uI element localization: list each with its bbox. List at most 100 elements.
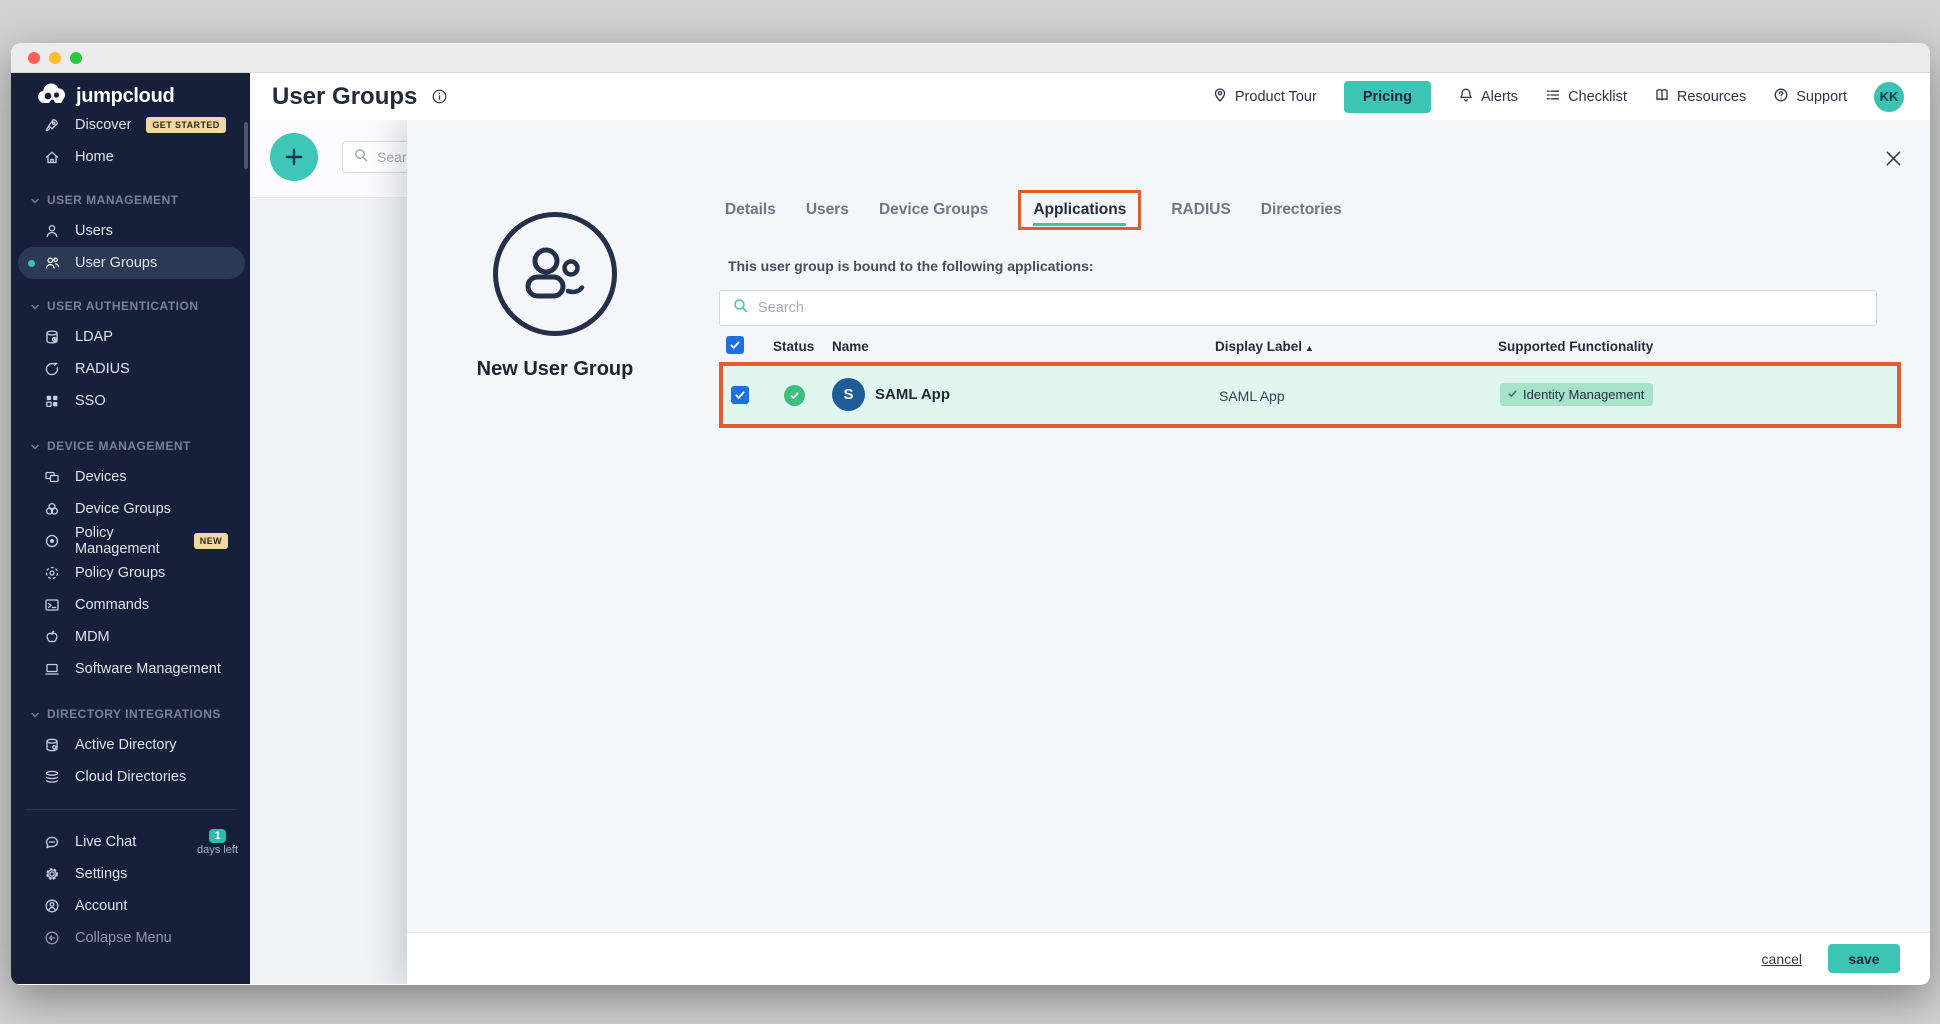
section-user-authentication[interactable]: USER AUTHENTICATION: [11, 291, 250, 321]
close-icon[interactable]: [1881, 146, 1905, 170]
sidebar-item-ldap[interactable]: LDAP: [11, 321, 250, 353]
tour-pin-icon: [1212, 87, 1228, 107]
sidebar-item-active-directory[interactable]: Active Directory: [11, 729, 250, 761]
user-group-icon: [44, 255, 60, 271]
sidebar-item-label: Collapse Menu: [75, 930, 172, 946]
sidebar-item-radius[interactable]: RADIUS: [11, 353, 250, 385]
sidebar-item-software-management[interactable]: Software Management: [11, 653, 250, 685]
tab-device-groups[interactable]: Device Groups: [879, 201, 988, 227]
user-group-panel: New User Group Details Users Device Grou…: [407, 120, 1930, 984]
cancel-button[interactable]: cancel: [1762, 951, 1802, 967]
sidebar-item-user-groups[interactable]: User Groups: [18, 247, 245, 279]
close-window-button[interactable]: [28, 52, 40, 64]
save-button[interactable]: save: [1828, 944, 1900, 973]
user-avatar[interactable]: KK: [1874, 82, 1904, 112]
sidebar-item-home[interactable]: Home: [11, 141, 250, 173]
checklist-button[interactable]: Checklist: [1545, 87, 1627, 107]
zoom-window-button[interactable]: [70, 52, 82, 64]
tab-details[interactable]: Details: [725, 201, 776, 227]
info-icon[interactable]: [431, 88, 448, 105]
active-indicator-dot: [28, 260, 35, 267]
app-display-label: SAML App: [1219, 388, 1285, 404]
sidebar-item-label: Cloud Directories: [75, 769, 186, 785]
sidebar-item-discover[interactable]: Discover GET STARTED: [11, 109, 250, 141]
days-left-badge: 1: [209, 829, 225, 843]
sidebar-item-label: Account: [75, 898, 127, 914]
sidebar-item-account[interactable]: Account: [11, 890, 250, 922]
chat-bubble-icon: [44, 834, 60, 850]
applications-table-header: Status Name Display Label▲ Supported Fun…: [719, 336, 1901, 362]
account-circle-icon: [44, 898, 60, 914]
chevron-down-icon: [31, 193, 39, 207]
sidebar-item-label: LDAP: [75, 329, 113, 345]
applications-search-input[interactable]: [758, 300, 1876, 316]
stacked-directories-icon: [44, 769, 60, 785]
orbit-icon: [44, 565, 60, 581]
sidebar-item-label: Device Groups: [75, 501, 171, 517]
sidebar-item-live-chat[interactable]: Live Chat 1 days left: [11, 826, 250, 858]
section-directory-integrations[interactable]: DIRECTORY INTEGRATIONS: [11, 699, 250, 729]
question-circle-icon: [1773, 87, 1789, 107]
sidebar-item-label: SSO: [75, 393, 106, 409]
home-icon: [44, 149, 60, 165]
row-checkbox[interactable]: [731, 386, 749, 404]
tab-radius[interactable]: RADIUS: [1171, 201, 1230, 227]
sidebar-item-label: Users: [75, 223, 113, 239]
search-icon: [353, 147, 369, 168]
sidebar-item-commands[interactable]: Commands: [11, 589, 250, 621]
user-icon: [44, 223, 60, 239]
resources-button[interactable]: Resources: [1654, 87, 1746, 107]
section-user-management[interactable]: USER MANAGEMENT: [11, 185, 250, 215]
tab-users[interactable]: Users: [806, 201, 849, 227]
devices-icon: [44, 469, 60, 485]
tab-applications[interactable]: Applications: [1033, 201, 1126, 226]
checklist-icon: [1545, 87, 1561, 107]
column-header-display-label[interactable]: Display Label▲: [1215, 339, 1314, 354]
add-user-group-button[interactable]: [270, 133, 318, 181]
column-header-name[interactable]: Name: [832, 339, 869, 354]
pricing-button[interactable]: Pricing: [1344, 81, 1431, 113]
content-area: New User Group Details Users Device Grou…: [250, 120, 1930, 984]
sidebar-item-devices[interactable]: Devices: [11, 461, 250, 493]
support-button[interactable]: Support: [1773, 87, 1847, 107]
directory-database-icon: [44, 737, 60, 753]
table-row-saml-app[interactable]: S SAML App SAML App Identity Management: [723, 366, 1897, 424]
alerts-button[interactable]: Alerts: [1458, 87, 1518, 107]
gear-icon: [44, 866, 60, 882]
tab-directories[interactable]: Directories: [1261, 201, 1342, 227]
book-icon: [1654, 87, 1670, 107]
new-badge: NEW: [194, 533, 228, 549]
laptop-icon: [44, 661, 60, 677]
sidebar-item-label: RADIUS: [75, 361, 130, 377]
sidebar-item-sso[interactable]: SSO: [11, 385, 250, 417]
status-active-icon: [784, 385, 805, 406]
column-header-status[interactable]: Status: [773, 339, 814, 354]
cloud-logo-icon: [35, 83, 69, 110]
chevron-down-icon: [31, 439, 39, 453]
sidebar-item-label: Discover: [75, 117, 131, 133]
rocket-icon: [44, 117, 60, 133]
sidebar-item-label: Policy Groups: [75, 565, 165, 581]
sidebar-item-policy-groups[interactable]: Policy Groups: [11, 557, 250, 589]
sidebar-item-policy-management[interactable]: Policy Management NEW: [11, 525, 250, 557]
panel-footer: cancel save: [407, 932, 1930, 984]
sidebar-item-collapse-menu[interactable]: Collapse Menu: [11, 922, 250, 954]
jumpcloud-logo: jumpcloud: [11, 83, 250, 109]
section-device-management[interactable]: DEVICE MANAGEMENT: [11, 431, 250, 461]
sidebar-item-settings[interactable]: Settings: [11, 858, 250, 890]
radius-icon: [44, 361, 60, 377]
venn-circles-icon: [44, 501, 60, 517]
sidebar-item-device-groups[interactable]: Device Groups: [11, 493, 250, 525]
select-all-checkbox[interactable]: [726, 336, 744, 354]
sidebar-item-label: Settings: [75, 866, 127, 882]
column-header-functionality[interactable]: Supported Functionality: [1498, 339, 1653, 354]
applications-search-box[interactable]: [719, 290, 1877, 326]
logo-text: jumpcloud: [76, 85, 174, 108]
sidebar-item-mdm[interactable]: MDM: [11, 621, 250, 653]
desktop: jumpcloud Discover GET STARTED Home USER…: [0, 0, 1940, 1024]
sidebar-item-cloud-directories[interactable]: Cloud Directories: [11, 761, 250, 793]
sidebar-item-users[interactable]: Users: [11, 215, 250, 247]
product-tour-button[interactable]: Product Tour: [1212, 87, 1317, 107]
sort-ascending-icon: ▲: [1305, 343, 1314, 353]
minimize-window-button[interactable]: [49, 52, 61, 64]
